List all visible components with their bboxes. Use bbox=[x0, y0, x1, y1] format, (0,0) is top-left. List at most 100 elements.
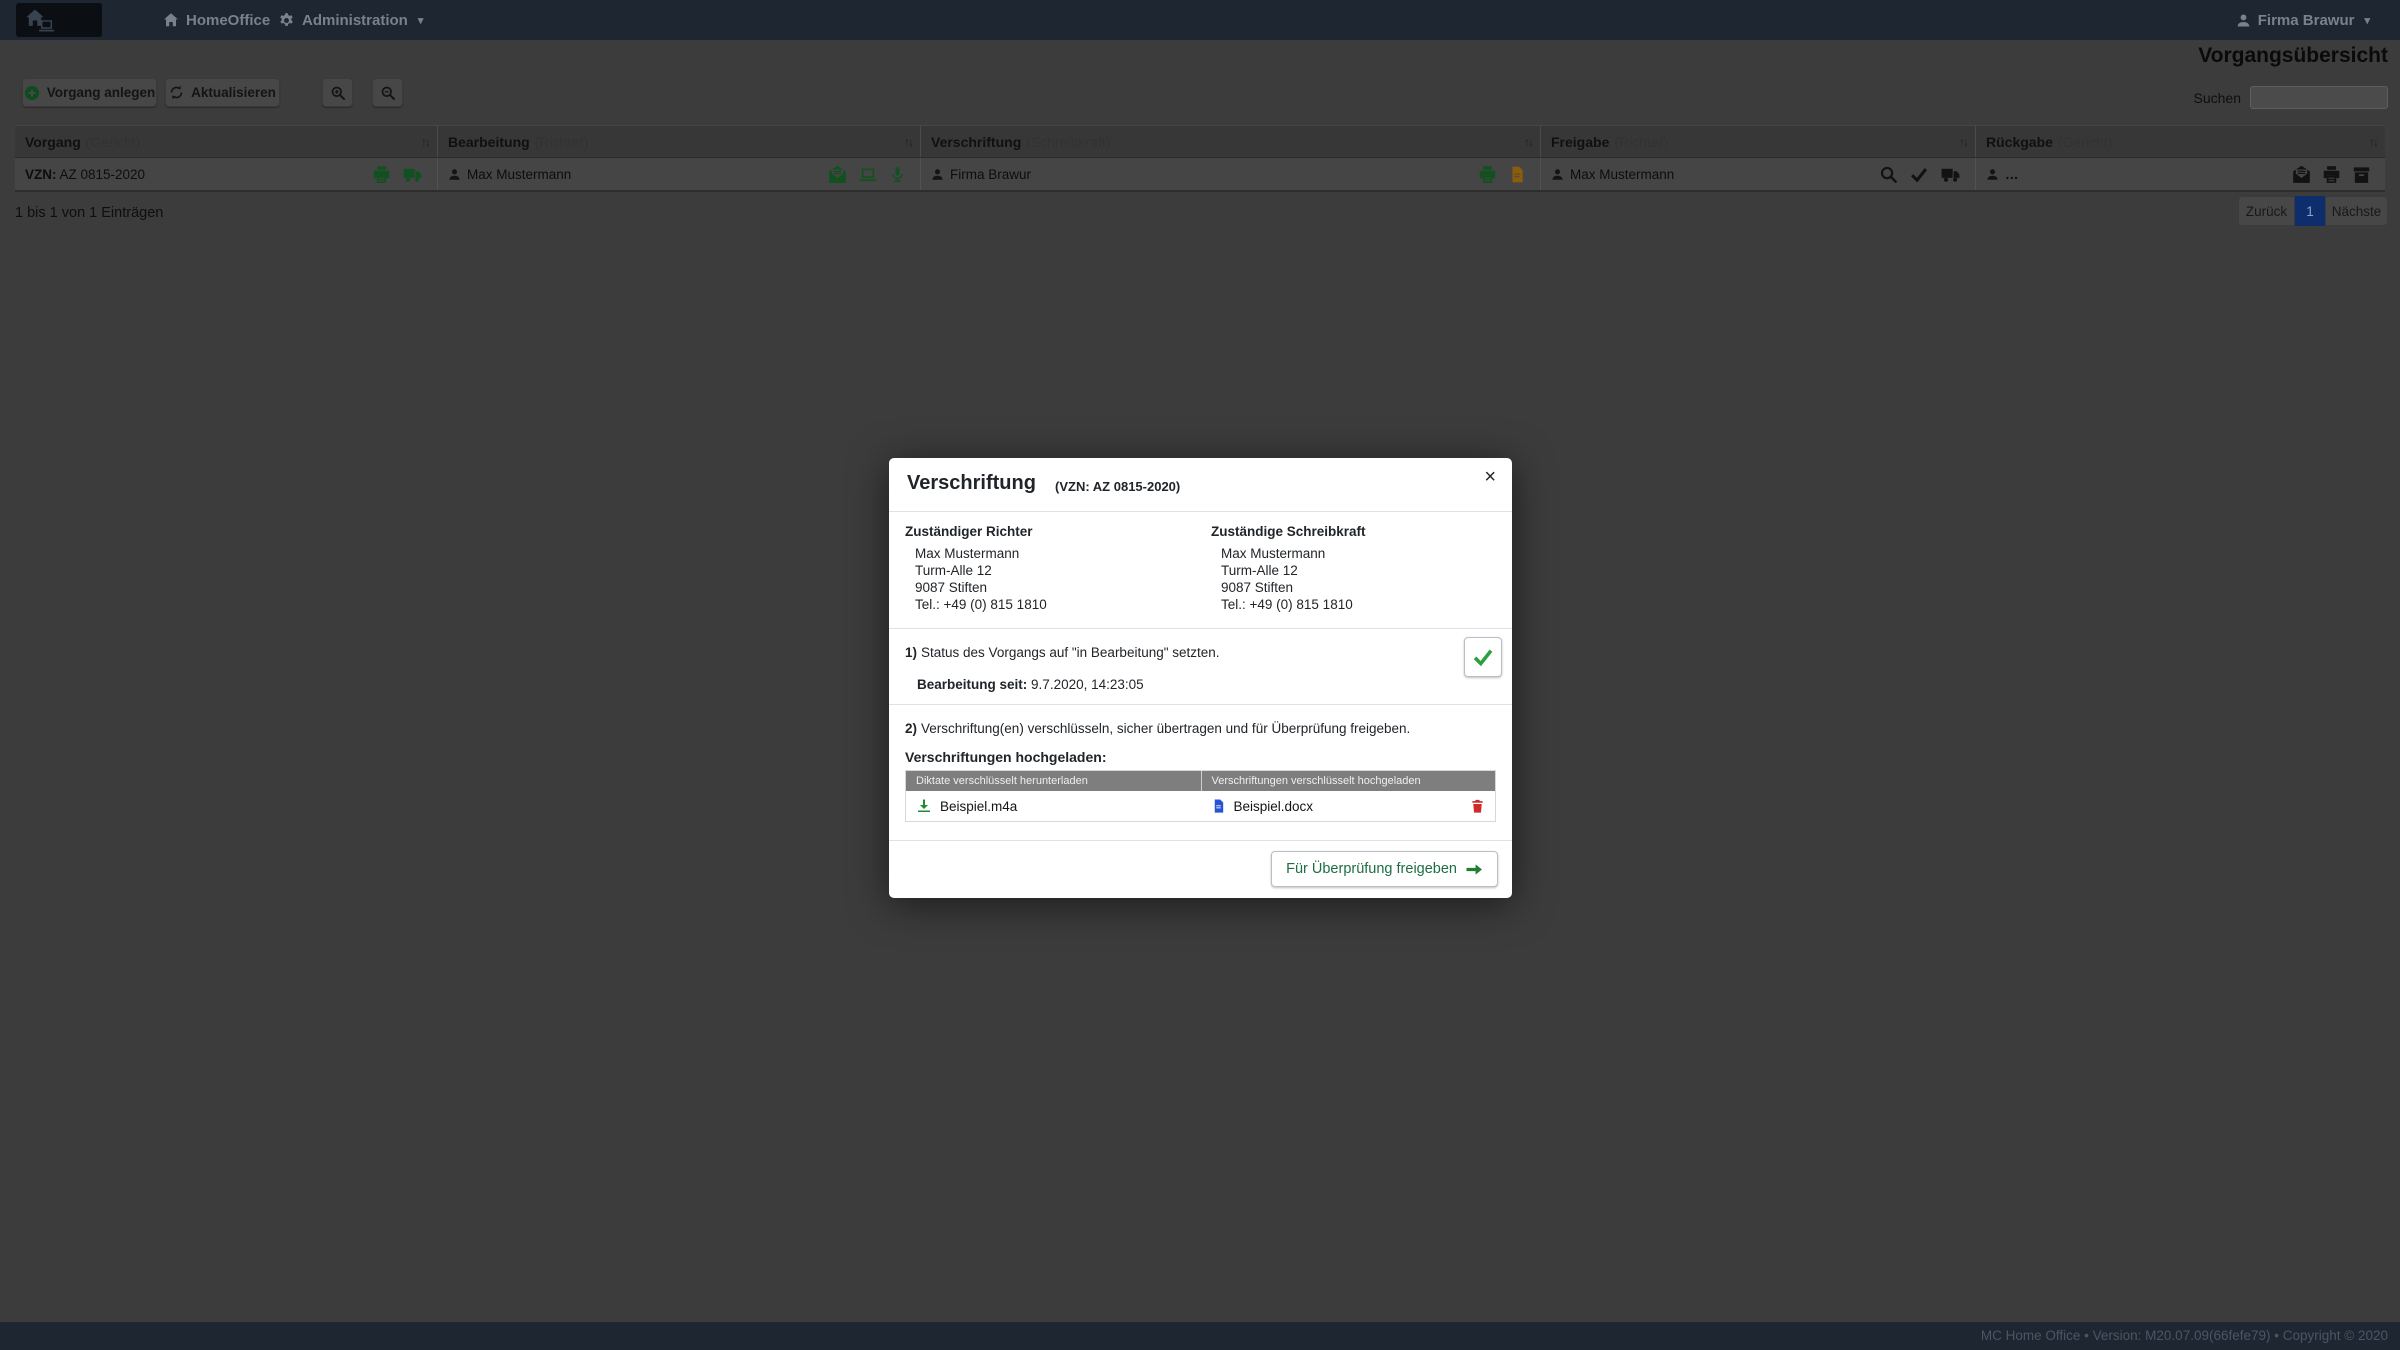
nav-homeoffice-label: HomeOffice bbox=[186, 11, 271, 29]
pagination-next-button[interactable]: Nächste bbox=[2325, 196, 2388, 226]
person-icon bbox=[2236, 13, 2251, 28]
schreibkraft-street: Turm-Alle 12 bbox=[1221, 563, 1298, 578]
print-icon[interactable] bbox=[2322, 165, 2341, 184]
download-file-name[interactable]: Beispiel.m4a bbox=[940, 799, 1017, 814]
search-label: Suchen bbox=[2193, 89, 2241, 106]
pagination: Zurück 1 Nächste bbox=[2238, 196, 2388, 226]
column-header-vorgang[interactable]: Vorgang (Gericht) ↑↓ bbox=[15, 126, 437, 157]
submit-label: Für Überprüfung freigeben bbox=[1286, 861, 1457, 877]
table-row[interactable]: VZN: AZ 0815-2020 Max Mustermann Firma B… bbox=[15, 158, 2385, 192]
envelope-icon[interactable] bbox=[828, 165, 847, 184]
search-input[interactable] bbox=[2250, 86, 2388, 109]
column-header-verschriftung[interactable]: Verschriftung (Schreibkraft) ↑↓ bbox=[920, 126, 1540, 157]
column-sublabel: (Gericht) bbox=[2057, 133, 2113, 150]
uploads-heading: Verschriftungen hochgeladen: bbox=[905, 749, 1107, 765]
sort-icon[interactable]: ↑↓ bbox=[1524, 135, 1534, 149]
vzn-label: VZN: bbox=[25, 166, 57, 182]
app-footer: MC Home Office • Version: M20.07.09(66fe… bbox=[0, 1322, 2400, 1350]
search-icon[interactable] bbox=[1879, 165, 1898, 184]
schreibkraft-city: 9087 Stiften bbox=[1221, 580, 1294, 595]
laptop-icon[interactable] bbox=[858, 165, 878, 184]
truck-icon[interactable] bbox=[402, 165, 423, 184]
download-icon[interactable] bbox=[916, 798, 932, 814]
nav-administration[interactable]: Administration ▾ bbox=[278, 0, 423, 40]
check-icon bbox=[1472, 646, 1494, 668]
richter-name: Max Mustermann bbox=[915, 546, 1020, 561]
modal-footer: Für Überprüfung freigeben bbox=[889, 840, 1512, 898]
column-sublabel: (Gericht) bbox=[85, 133, 141, 150]
step1-text: 1) Status des Vorgangs auf "in Bearbeitun… bbox=[905, 645, 1220, 660]
file-icon[interactable] bbox=[1508, 165, 1526, 184]
column-label: Freigabe bbox=[1551, 133, 1610, 150]
bearbeitung-user: Max Mustermann bbox=[467, 166, 572, 182]
check-icon[interactable] bbox=[1909, 165, 1929, 184]
column-header-rueckgabe[interactable]: Rückgabe (Gericht) ↑↓ bbox=[1975, 126, 2385, 157]
step1-label: Status des Vorgangs auf "in Bearbeitung"… bbox=[921, 645, 1220, 660]
footer-text: MC Home Office • Version: M20.07.09(66fe… bbox=[1980, 1328, 2388, 1343]
submit-button[interactable]: Für Überprüfung freigeben bbox=[1271, 851, 1498, 887]
table-header-row: Vorgang (Gericht) ↑↓ Bearbeitung (Richte… bbox=[15, 125, 2385, 158]
uploads-table: Diktate verschlüsselt herunterladen Vers… bbox=[905, 770, 1496, 822]
caret-down-icon: ▾ bbox=[417, 14, 424, 27]
pagination-prev-button[interactable]: Zurück bbox=[2238, 196, 2295, 226]
column-header-bearbeitung[interactable]: Bearbeitung (Richter) ↑↓ bbox=[437, 126, 920, 157]
create-vorgang-button[interactable]: Vorgang anlegen bbox=[22, 78, 157, 107]
sort-icon[interactable]: ↑↓ bbox=[904, 135, 914, 149]
user-menu-label: Firma Brawur bbox=[2257, 11, 2355, 29]
microphone-icon[interactable] bbox=[889, 165, 906, 184]
nav-administration-label: Administration bbox=[302, 11, 408, 29]
entries-info: 1 bis 1 von 1 Einträgen bbox=[15, 205, 164, 221]
verschriftung-dialog: Verschriftung (VZN: AZ 0815-2020) × Zust… bbox=[889, 458, 1512, 898]
zoom-in-button[interactable] bbox=[322, 78, 353, 107]
person-icon bbox=[931, 168, 944, 181]
modal-title: Verschriftung bbox=[907, 472, 1036, 494]
richter-phone: Tel.: +49 (0) 815 1810 bbox=[915, 597, 1047, 612]
print-icon[interactable] bbox=[1478, 165, 1497, 184]
uploads-col-upload: Verschriftungen verschlüsselt hochgelade… bbox=[1200, 771, 1496, 791]
step1-since: Bearbeitung seit: 9.7.2020, 14:23:05 bbox=[917, 677, 1144, 692]
verschriftung-user: Firma Brawur bbox=[950, 166, 1032, 182]
trash-icon[interactable] bbox=[1470, 798, 1485, 814]
sort-icon[interactable]: ↑↓ bbox=[1959, 135, 1969, 149]
richter-city: 9087 Stiften bbox=[915, 580, 988, 595]
column-sublabel: (Richter) bbox=[534, 133, 589, 150]
step2-text: 2) Verschriftung(en) verschlüsseln, siche… bbox=[905, 721, 1410, 736]
richter-heading: Zuständiger Richter bbox=[905, 524, 1033, 539]
status-check-button[interactable] bbox=[1464, 637, 1502, 677]
verschriftung-cell: Firma Brawur bbox=[920, 158, 1540, 190]
envelope-icon[interactable] bbox=[2292, 165, 2311, 184]
plus-circle-icon bbox=[24, 85, 40, 101]
pagination-current-page[interactable]: 1 bbox=[2295, 196, 2325, 226]
step1-section: 1) Status des Vorgangs auf "in Bearbeitun… bbox=[889, 628, 1512, 704]
user-menu[interactable]: Firma Brawur ▾ bbox=[2236, 0, 2370, 40]
refresh-button[interactable]: Aktualisieren bbox=[165, 78, 280, 107]
close-icon[interactable]: × bbox=[1484, 466, 1496, 489]
schreibkraft-name: Max Mustermann bbox=[1221, 546, 1326, 561]
zoom-out-icon bbox=[380, 85, 396, 101]
zoom-in-icon bbox=[330, 85, 346, 101]
refresh-label: Aktualisieren bbox=[191, 85, 276, 100]
uploads-header-row: Diktate verschlüsselt herunterladen Vers… bbox=[906, 771, 1495, 791]
rueckgabe-cell: … bbox=[1975, 158, 2385, 190]
column-label: Verschriftung bbox=[931, 133, 1022, 150]
sort-icon[interactable]: ↑↓ bbox=[2369, 135, 2379, 149]
print-icon[interactable] bbox=[372, 165, 391, 184]
nav-homeoffice[interactable]: HomeOffice bbox=[163, 0, 270, 40]
top-navbar: HomeOffice Administration ▾ Firma Brawur… bbox=[0, 0, 2400, 40]
archive-icon[interactable] bbox=[2352, 165, 2371, 184]
truck-icon[interactable] bbox=[1940, 165, 1961, 184]
app-logo[interactable] bbox=[16, 3, 102, 37]
person-icon bbox=[1551, 168, 1564, 181]
refresh-icon bbox=[169, 85, 184, 100]
zoom-out-button[interactable] bbox=[372, 78, 403, 107]
step1-number: 1) bbox=[905, 645, 918, 660]
upload-file-name: Beispiel.docx bbox=[1233, 798, 1314, 814]
modal-subtitle: (VZN: AZ 0815-2020) bbox=[1055, 479, 1181, 494]
sort-icon[interactable]: ↑↓ bbox=[421, 135, 431, 149]
column-label: Bearbeitung bbox=[448, 133, 530, 150]
uploads-col-download: Diktate verschlüsselt herunterladen bbox=[916, 775, 1088, 787]
column-header-freigabe[interactable]: Freigabe (Richter) ↑↓ bbox=[1540, 126, 1975, 157]
richter-street: Turm-Alle 12 bbox=[915, 563, 992, 578]
file-icon bbox=[1211, 798, 1226, 814]
column-label: Rückgabe bbox=[1986, 133, 2053, 150]
